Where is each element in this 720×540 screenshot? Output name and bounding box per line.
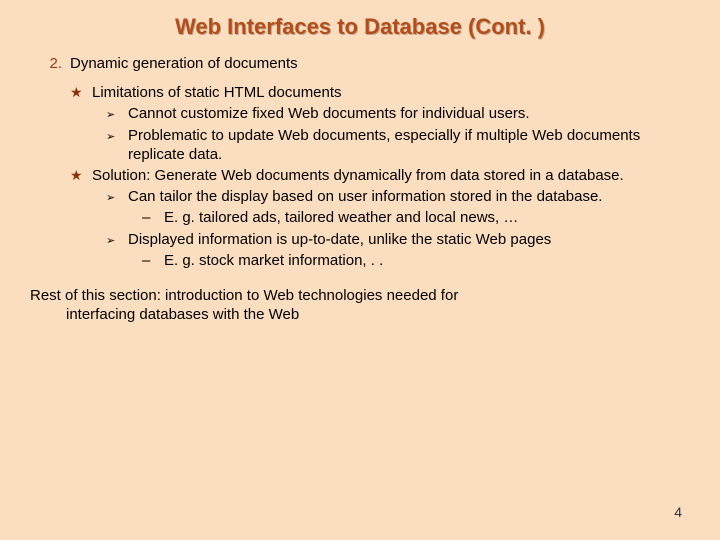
- page-number: 4: [674, 504, 682, 520]
- closing-line-2: interfacing databases with the Web: [30, 306, 299, 323]
- numbered-item: 2. Dynamic generation of documents: [30, 54, 690, 73]
- slide-title: Web Interfaces to Database (Cont. ): [0, 0, 720, 44]
- arrow-item-text: Displayed information is up-to-date, unl…: [128, 230, 690, 249]
- dash-item: – E. g. stock market information, . .: [142, 251, 690, 270]
- number-marker: 2.: [30, 54, 70, 73]
- star-item: ★ Limitations of static HTML documents: [70, 83, 690, 102]
- closing-paragraph: Rest of this section: introduction to We…: [30, 286, 690, 325]
- star-item-text: Solution: Generate Web documents dynamic…: [92, 166, 690, 185]
- closing-line-1: Rest of this section: introduction to We…: [30, 287, 458, 304]
- dash-icon: –: [142, 208, 164, 227]
- arrow-item-text: Cannot customize fixed Web documents for…: [128, 104, 690, 123]
- arrow-item: ➢ Displayed information is up-to-date, u…: [106, 230, 690, 249]
- dash-item-text: E. g. tailored ads, tailored weather and…: [164, 208, 690, 227]
- arrow-icon: ➢: [106, 234, 128, 248]
- arrow-item: ➢ Can tailor the display based on user i…: [106, 187, 690, 206]
- arrow-item-text: Problematic to update Web documents, esp…: [128, 126, 690, 164]
- dash-item-text: E. g. stock market information, . .: [164, 251, 690, 270]
- dash-item: – E. g. tailored ads, tailored weather a…: [142, 208, 690, 227]
- arrow-icon: ➢: [106, 130, 128, 144]
- arrow-icon: ➢: [106, 191, 128, 205]
- star-item-text: Limitations of static HTML documents: [92, 83, 690, 102]
- star-icon: ★: [70, 167, 92, 185]
- slide-body: 2. Dynamic generation of documents ★ Lim…: [0, 44, 720, 270]
- dash-icon: –: [142, 251, 164, 270]
- arrow-item: ➢ Problematic to update Web documents, e…: [106, 126, 690, 164]
- star-item: ★ Solution: Generate Web documents dynam…: [70, 166, 690, 185]
- numbered-item-text: Dynamic generation of documents: [70, 54, 690, 73]
- arrow-item: ➢ Cannot customize fixed Web documents f…: [106, 104, 690, 123]
- arrow-item-text: Can tailor the display based on user inf…: [128, 187, 690, 206]
- arrow-icon: ➢: [106, 108, 128, 122]
- star-icon: ★: [70, 84, 92, 102]
